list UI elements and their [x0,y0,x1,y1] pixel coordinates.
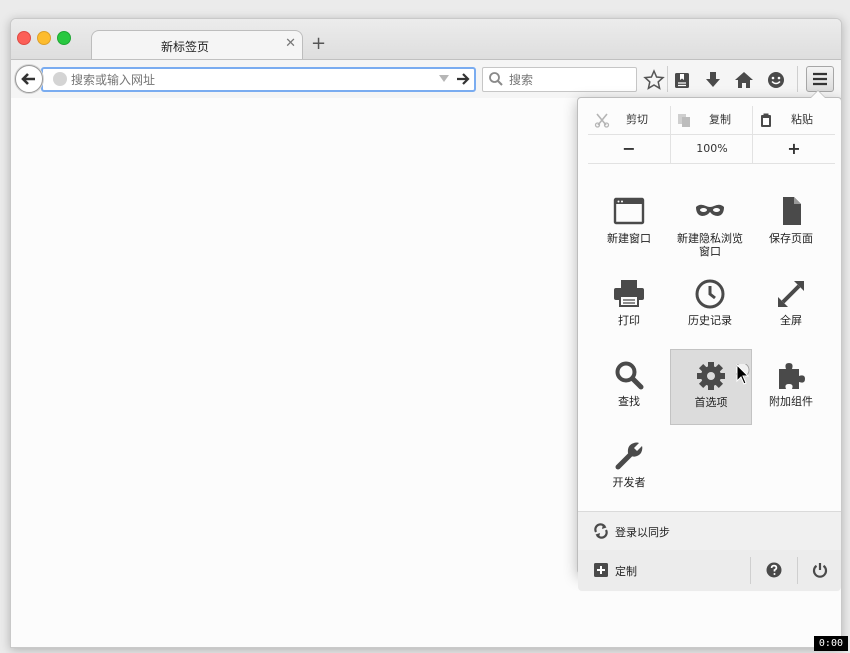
bookmarks-list-icon[interactable] [671,69,693,91]
mask-icon [696,204,724,216]
sync-icon [594,523,608,539]
copy-button[interactable]: 复制 [670,106,753,134]
paste-button[interactable]: 粘贴 [752,106,835,134]
save-page-label: 保存页面 [769,232,813,245]
printer-icon [614,280,644,307]
mouse-cursor-icon [736,364,750,385]
find-label: 查找 [618,395,640,408]
footer-separator [797,557,798,584]
zoom-window-button[interactable] [57,31,71,45]
home-icon[interactable] [733,69,755,91]
search-icon [489,72,503,86]
power-icon[interactable] [812,562,828,578]
history-button[interactable]: 历史记录 [670,272,750,346]
cut-label: 剪切 [626,113,648,126]
developer-button[interactable]: 开发者 [589,434,669,508]
cut-button[interactable]: 剪切 [588,106,670,134]
url-input[interactable] [71,72,401,87]
paste-label: 粘贴 [791,113,813,126]
footer-separator [750,557,751,584]
browser-window: 新标签页 ✕ + 搜索或输入网址 搜索 剪切 复制 粘贴 − 100% + 新建… [10,18,842,648]
find-button[interactable]: 查找 [589,353,669,427]
print-label: 打印 [618,314,640,327]
url-history-dropdown-icon[interactable] [439,75,449,82]
sync-sign-in-button[interactable]: 登录以同步 [578,511,841,551]
main-menu-panel: 剪切 复制 粘贴 − 100% + 新建窗口 新建隐私浏览窗口 保存页面 打印 … [577,90,841,591]
globe-icon [53,72,67,86]
copy-label: 复制 [709,113,731,126]
puzzle-icon [779,363,805,389]
add-ons-button[interactable]: 附加组件 [751,353,831,427]
toolbar-separator [667,66,668,92]
back-arrow-icon [21,73,35,85]
clock-icon [695,279,725,309]
customize-label: 定制 [615,565,637,578]
customize-button[interactable]: 定制 [578,550,748,590]
recording-timestamp: 0:00 [813,636,848,651]
tab-title: 新标签页 [160,40,209,54]
sync-label: 登录以同步 [615,526,670,539]
tab-close-icon[interactable]: ✕ [285,36,296,51]
menu-footer: 定制 [578,550,841,591]
bookmark-star-icon[interactable] [643,69,665,91]
new-private-window-label: 新建隐私浏览窗口 [677,232,743,258]
plus-box-icon [594,563,608,577]
window-icon [613,197,645,225]
new-private-window-button[interactable]: 新建隐私浏览窗口 [670,190,750,264]
fullscreen-icon [778,281,804,307]
zoom-controls: − 100% + [588,135,835,164]
hello-chat-icon[interactable] [765,69,787,91]
add-ons-label: 附加组件 [769,395,813,408]
close-window-button[interactable] [17,31,31,45]
minimize-window-button[interactable] [37,31,51,45]
new-window-button[interactable]: 新建窗口 [589,190,669,264]
download-icon[interactable] [702,69,724,91]
zoom-in-button[interactable]: + [752,135,835,163]
search-bar[interactable] [482,67,637,92]
new-tab-button[interactable]: + [311,34,326,54]
copy-icon [678,114,690,127]
search-icon [615,361,644,390]
preferences-label: 首选项 [694,396,728,409]
go-arrow-icon[interactable] [455,71,471,87]
toolbar-separator [797,66,798,92]
scissors-icon [594,113,610,128]
open-menu-button[interactable] [806,66,834,92]
help-icon[interactable] [766,562,782,578]
panel-arrow [810,90,826,98]
clipboard-icon [761,113,771,127]
preferences-button[interactable]: 首选项 [670,349,752,425]
new-window-label: 新建窗口 [607,232,651,245]
fullscreen-button[interactable]: 全屏 [751,272,831,346]
search-input[interactable] [509,72,629,87]
navigation-toolbar [11,59,841,99]
fullscreen-label: 全屏 [780,314,802,327]
developer-label: 开发者 [612,476,646,489]
title-bar: 新标签页 ✕ + [11,19,841,60]
tab-new-tab[interactable]: 新标签页 ✕ [91,30,303,60]
zoom-reset-button[interactable]: 100% [670,135,753,163]
wrench-icon [615,442,643,470]
edit-controls: 剪切 复制 粘贴 [588,106,835,135]
save-page-button[interactable]: 保存页面 [751,190,831,264]
zoom-out-button[interactable]: − [588,135,670,163]
page-icon [783,197,801,225]
gear-icon [697,362,725,390]
hamburger-menu-icon [813,72,827,86]
history-label: 历史记录 [688,314,732,327]
print-button[interactable]: 打印 [589,272,669,346]
back-button[interactable] [15,65,43,93]
url-bar[interactable] [41,67,476,92]
